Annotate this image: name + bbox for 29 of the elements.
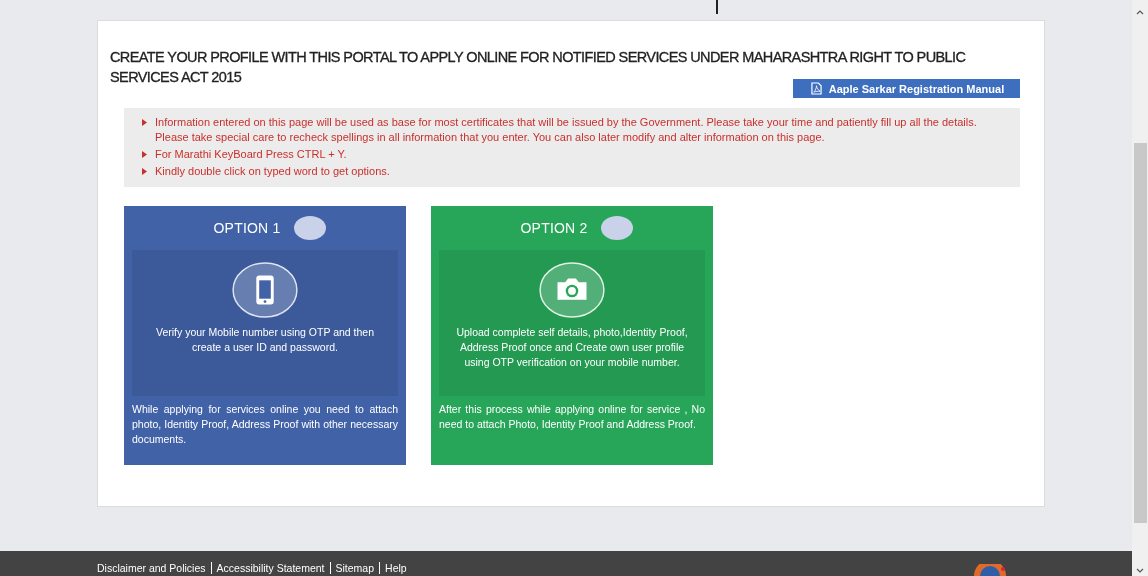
scroll-up-icon[interactable]	[1136, 10, 1144, 15]
note-text: For Marathi KeyBoard Press CTRL + Y.	[155, 147, 347, 162]
note-text: Information entered on this page will be used as base for most certificates that will be issued by the Government. Please take your time and patiently fill up all the details. Please take special care to recheck spellings in all information that you enter. You can also later modify and alter information on this page.	[155, 115, 978, 145]
footer-link[interactable]: Help	[385, 562, 407, 574]
option-description: Verify your Mobile number using OTP and then create a user ID and password.	[154, 325, 376, 355]
footer-link[interactable]: Sitemap	[335, 562, 375, 574]
cursor-line	[716, 0, 718, 14]
mobile-phone-icon	[231, 261, 299, 319]
option-description: Upload complete self details, photo,Identity Proof, Address Proof once and Create own user profile using OTP verification on your mobile number.	[455, 325, 689, 370]
option-card[interactable]	[431, 206, 713, 465]
option-radio[interactable]	[294, 216, 327, 240]
footer-link[interactable]: Disclaimer and Policies	[97, 562, 206, 574]
note-text: Kindly double click on typed word to get options.	[155, 164, 390, 179]
option-note: While applying for services online you need to attach photo, Identity Proof, Address Proof with other necessary documents.	[132, 402, 398, 447]
option-radio[interactable]	[601, 216, 634, 240]
option-note: After this process while applying online for service , No need to attach Photo, Identity Proof and Address Proof.	[439, 402, 705, 432]
bullet-icon	[142, 151, 147, 158]
scroll-down-icon[interactable]	[1136, 568, 1144, 573]
option-title: OPTION 2	[520, 220, 588, 236]
camera-icon	[538, 261, 606, 319]
manual-button[interactable]: Aaple Sarkar Registration Manual	[793, 79, 1020, 98]
footer-link[interactable]: Accessibility Statement	[216, 562, 325, 574]
option-title: OPTION 1	[213, 220, 281, 236]
scrollbar[interactable]	[1132, 0, 1148, 576]
bullet-icon	[142, 119, 147, 126]
option-card[interactable]	[124, 206, 406, 465]
pdf-icon	[810, 82, 822, 95]
bullet-icon	[142, 168, 147, 175]
scroll-thumb[interactable]	[1133, 143, 1147, 523]
